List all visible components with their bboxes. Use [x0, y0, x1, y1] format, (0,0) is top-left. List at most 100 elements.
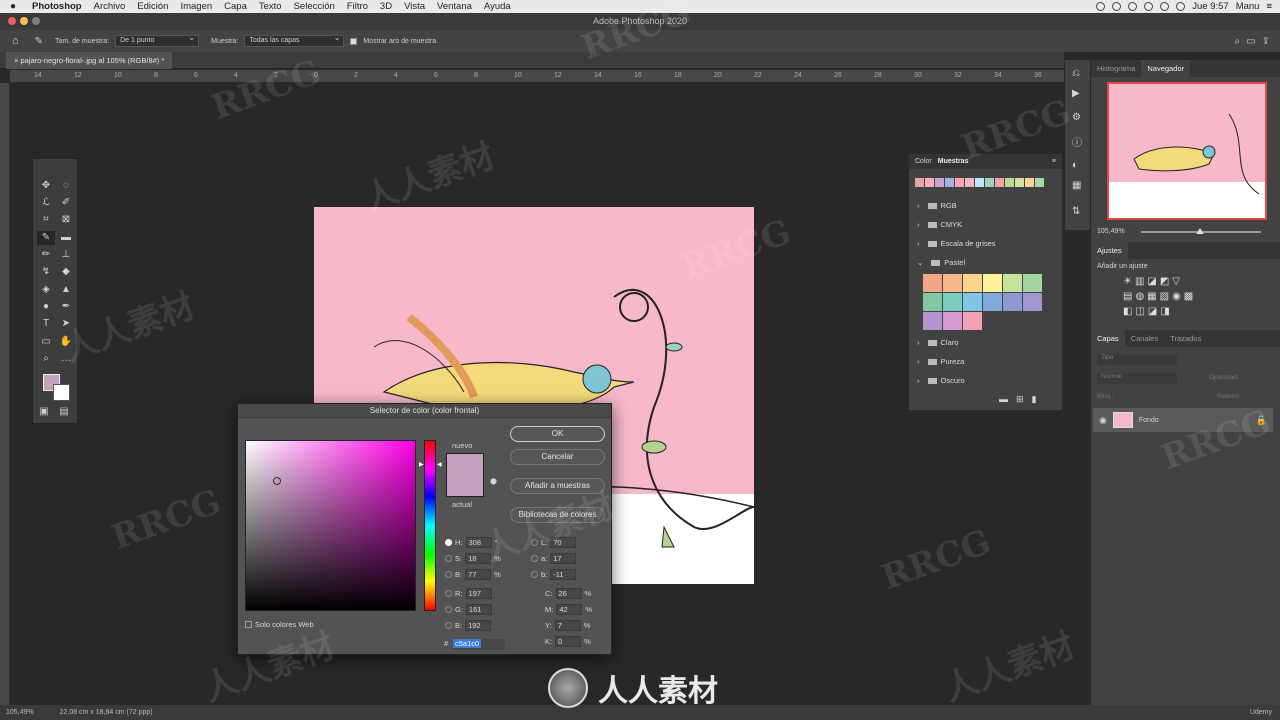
close-icon[interactable] [8, 17, 16, 25]
sample-select[interactable]: Todas las capas [244, 33, 345, 47]
folder-pastel[interactable]: ⌄ Pastel [917, 258, 965, 267]
status-zoom[interactable]: 105,49% [6, 709, 34, 716]
wifi-icon[interactable] [1160, 2, 1170, 11]
tab-channels[interactable]: Canales [1125, 334, 1165, 343]
quick-mask-icon[interactable]: ▣ [35, 405, 53, 419]
swatch[interactable] [963, 274, 982, 292]
zoom-tool-icon[interactable]: ⌕ [37, 352, 55, 366]
menu-ventana[interactable]: Ventana [431, 1, 478, 12]
swatch[interactable] [985, 178, 994, 187]
blur-tool-icon[interactable]: ▲ [57, 283, 75, 297]
hand-tool-icon[interactable]: ✋ [57, 335, 75, 349]
document-tab[interactable]: × pajaro-negro-floral-.jpg al 105% (RGB/… [6, 52, 173, 69]
saturation-input[interactable]: 18 [465, 553, 492, 564]
eyedropper-icon[interactable]: ✎ [35, 36, 43, 47]
lab-l-input[interactable]: 70 [550, 537, 577, 548]
pen-tool-icon[interactable]: ✒ [57, 300, 75, 314]
blue-radio[interactable] [445, 622, 452, 629]
history-brush-tool-icon[interactable]: ↯ [37, 265, 55, 279]
swatch[interactable] [1025, 178, 1034, 187]
blend-mode-select[interactable]: Normal [1097, 373, 1177, 384]
tab-histogram[interactable]: Histograma [1091, 64, 1141, 73]
eraser-tool-icon[interactable]: ◆ [57, 265, 75, 279]
hue-slider-arrow-left[interactable]: ▶ [419, 461, 424, 468]
ok-button[interactable]: OK [510, 426, 605, 442]
swatch[interactable] [943, 312, 962, 330]
move-tool-icon[interactable]: ✥ [37, 179, 55, 193]
new-group-icon[interactable]: ▬ [999, 394, 1016, 404]
swatch[interactable] [925, 178, 934, 187]
status-icon[interactable] [1144, 2, 1154, 11]
swatch[interactable] [983, 274, 1002, 292]
magenta-input[interactable]: 42 [556, 604, 583, 615]
yellow-input[interactable]: 7 [554, 620, 581, 631]
crop-tool-icon[interactable]: ⌗ [37, 213, 55, 227]
color-libraries-button[interactable]: Bibliotecas de colores [510, 507, 605, 523]
more-tools-icon[interactable]: … [57, 352, 75, 366]
trash-icon[interactable]: ▮ [1032, 394, 1045, 404]
status-doc-size[interactable]: 22,08 cm x 18,84 cm (72 ppp) [60, 709, 153, 716]
menu-texto[interactable]: Texto [253, 1, 288, 12]
swatches-icon[interactable]: ▦ [1072, 180, 1081, 191]
web-only-checkbox[interactable] [245, 621, 252, 628]
status-icon[interactable] [1096, 2, 1106, 11]
quick-select-tool-icon[interactable]: ✐ [57, 196, 75, 210]
saturation-radio[interactable] [445, 555, 452, 562]
search-icon[interactable] [1112, 2, 1122, 11]
hue-input[interactable]: 308 [465, 537, 492, 548]
search-icon[interactable]: ⌕ [1235, 36, 1241, 47]
cancel-button[interactable]: Cancelar [510, 449, 605, 465]
cube-icon[interactable]: ⬢ [490, 477, 497, 486]
menu-list-icon[interactable]: ≡ [1266, 1, 1272, 12]
swatch[interactable] [1003, 274, 1022, 292]
adjust-icon[interactable]: ⇅ [1072, 206, 1080, 217]
screen-mode-icon[interactable]: ▤ [55, 405, 73, 419]
navigator-thumbnail[interactable] [1107, 82, 1267, 220]
brightness-input[interactable]: 77 [465, 569, 492, 580]
lab-a-input[interactable]: 17 [550, 553, 577, 564]
adjust-title[interactable]: Ajustes [1091, 242, 1128, 259]
path-select-tool-icon[interactable]: ➤ [57, 317, 75, 331]
properties-icon[interactable]: ⚙ [1072, 112, 1081, 123]
lab-l-radio[interactable] [531, 539, 538, 546]
folder-cmyk[interactable]: › CMYK [917, 220, 962, 229]
swatch[interactable] [1015, 178, 1024, 187]
swatch[interactable] [1023, 293, 1042, 311]
hue-slider[interactable] [424, 440, 436, 611]
hue-radio[interactable] [445, 539, 452, 546]
menu-photoshop[interactable]: Photoshop [26, 1, 88, 12]
swatch[interactable] [915, 178, 924, 187]
menu-3d[interactable]: 3D [374, 1, 398, 12]
folder-grayscale[interactable]: › Escala de grises [917, 239, 996, 248]
eyedropper-tool-icon[interactable]: ✎ [37, 231, 55, 245]
lab-a-radio[interactable] [531, 555, 538, 562]
menu-capa[interactable]: Capa [218, 1, 253, 12]
swatch[interactable] [963, 312, 982, 330]
workspace-icon[interactable]: ▭ [1246, 36, 1255, 47]
swatch[interactable] [995, 178, 1004, 187]
clock[interactable]: Jue 9:57 [1192, 1, 1228, 12]
menu-archivo[interactable]: Archivo [88, 1, 132, 12]
menu-vista[interactable]: Vista [398, 1, 431, 12]
swatch[interactable] [963, 293, 982, 311]
swatch[interactable] [965, 178, 974, 187]
folder-claro[interactable]: › Claro [917, 338, 958, 347]
menu-seleccion[interactable]: Selección [288, 1, 341, 12]
swatch[interactable] [923, 274, 942, 292]
hex-input[interactable]: c5a1c0 [453, 639, 505, 650]
swatch[interactable] [923, 293, 942, 311]
tab-navigator[interactable]: Navegador [1141, 60, 1191, 77]
type-tool-icon[interactable]: T [37, 317, 55, 331]
hue-slider-arrow-right[interactable]: ◀ [437, 461, 442, 468]
zoom-icon[interactable] [32, 17, 40, 25]
layer-kind-filter[interactable]: Tipo [1097, 354, 1177, 365]
swatch[interactable] [943, 274, 962, 292]
add-to-swatches-button[interactable]: Añadir a muestras [510, 478, 605, 494]
status-icon[interactable] [1128, 2, 1138, 11]
menu-ayuda[interactable]: Ayuda [478, 1, 517, 12]
background-color-swatch[interactable] [53, 384, 70, 401]
healing-tool-icon[interactable]: ▬ [57, 231, 75, 245]
green-radio[interactable] [445, 606, 452, 613]
navigator-zoom[interactable]: 105,49% [1097, 228, 1125, 235]
zoom-slider[interactable] [1141, 228, 1261, 234]
